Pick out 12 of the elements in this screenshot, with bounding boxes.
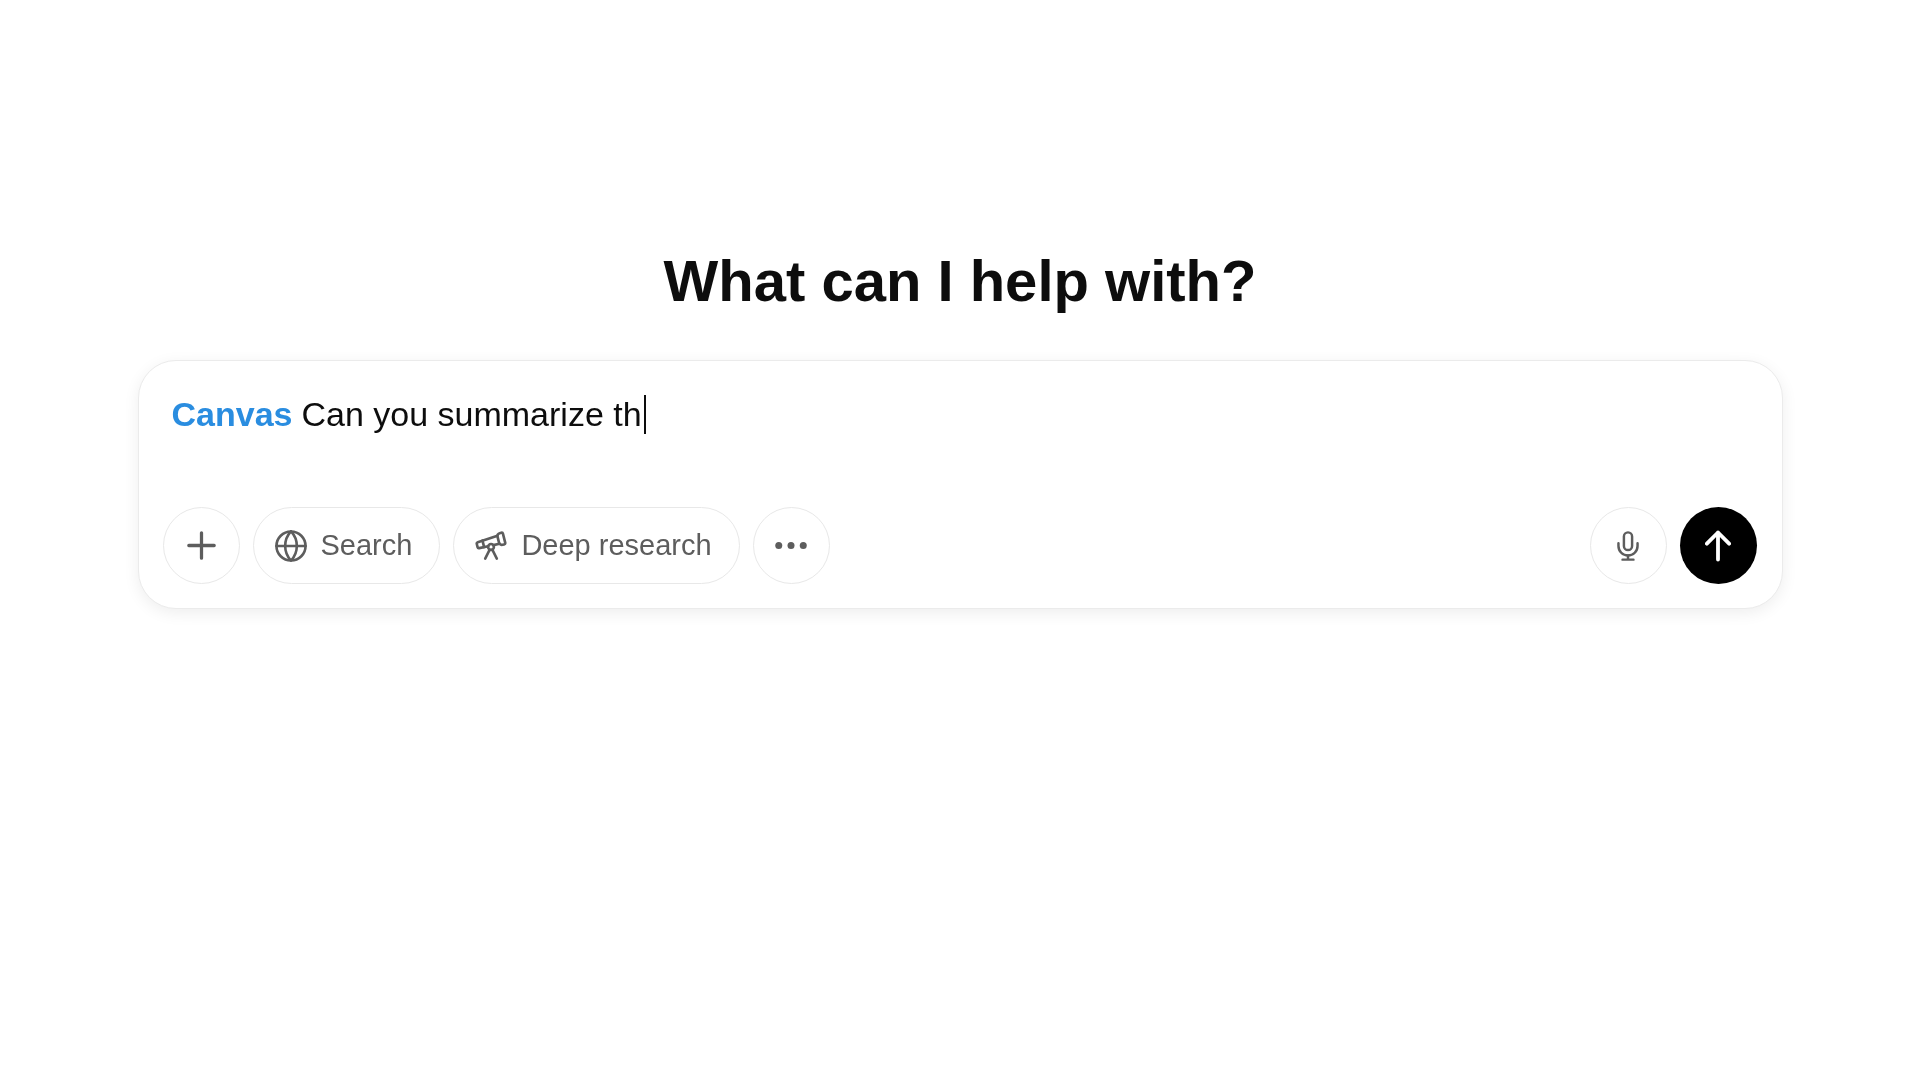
tool-label: Canvas — [171, 394, 293, 435]
plus-icon — [186, 531, 216, 560]
typed-text: Can you summarize th — [301, 394, 642, 435]
research-button[interactable]: Deep research — [453, 507, 740, 584]
search-button[interactable]: Search — [252, 507, 441, 584]
prompt-input[interactable]: Canvas Can you summarize th — [171, 392, 1757, 436]
arrow-up-icon — [1705, 529, 1731, 562]
telescope-icon — [475, 530, 508, 561]
page-heading: What can I help with? — [663, 247, 1257, 315]
globe-icon — [274, 529, 307, 562]
microphone-icon — [1617, 530, 1639, 561]
ellipsis-icon — [775, 542, 808, 549]
